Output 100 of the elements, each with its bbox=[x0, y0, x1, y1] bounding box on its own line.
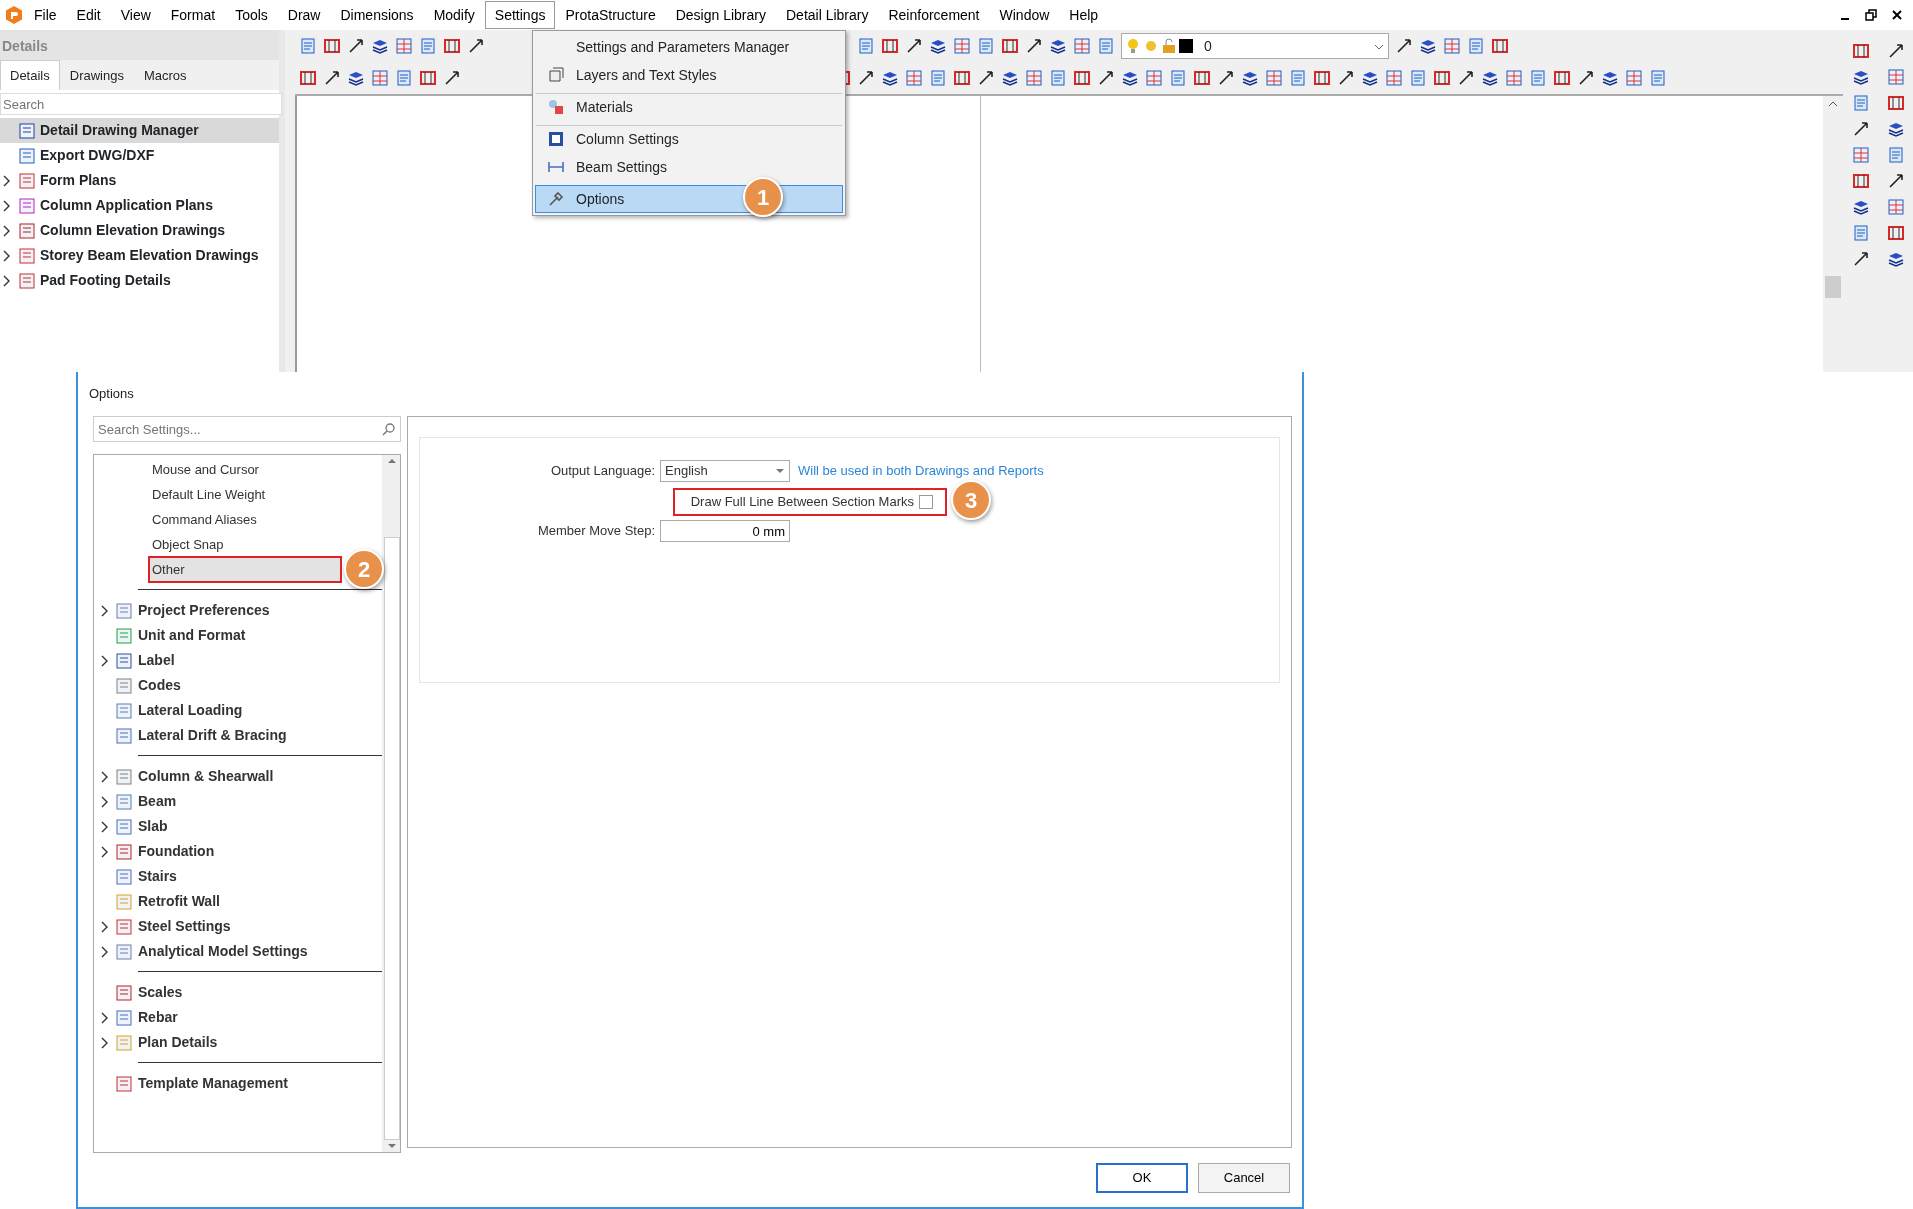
chevron-right-icon[interactable] bbox=[100, 1012, 110, 1025]
arrow-icon[interactable] bbox=[1025, 37, 1043, 55]
layers-icon[interactable] bbox=[1886, 120, 1905, 138]
tree-item[interactable]: Column Application Plans bbox=[0, 193, 279, 218]
tree-item[interactable]: Foundation bbox=[94, 839, 225, 864]
arrow-icon[interactable] bbox=[467, 37, 485, 55]
panel-tab[interactable]: Macros bbox=[133, 59, 197, 90]
chevron-right-icon[interactable] bbox=[100, 1037, 110, 1050]
layers-icon[interactable] bbox=[881, 69, 899, 87]
arrow-icon[interactable] bbox=[323, 69, 341, 87]
dialog-button[interactable]: Cancel bbox=[1198, 1163, 1290, 1193]
dialog-button[interactable]: OK bbox=[1096, 1163, 1188, 1193]
grid-icon[interactable] bbox=[1851, 146, 1870, 164]
input-field[interactable]: 0 mm bbox=[660, 520, 790, 542]
layers-icon[interactable] bbox=[1851, 198, 1870, 216]
chevron-right-icon[interactable] bbox=[2, 175, 12, 188]
grid-icon[interactable] bbox=[1886, 198, 1905, 216]
arrow-icon[interactable] bbox=[1457, 69, 1475, 87]
frame-icon[interactable] bbox=[323, 37, 341, 55]
tree-item[interactable]: Column Elevation Drawings bbox=[0, 218, 279, 243]
chevron-right-icon[interactable] bbox=[100, 605, 110, 618]
tree-item[interactable]: Retrofit Wall bbox=[94, 889, 230, 914]
tree-item[interactable]: Mouse and Cursor bbox=[94, 457, 269, 482]
tree-item[interactable]: Lateral Drift & Bracing bbox=[94, 723, 297, 748]
frame-icon[interactable] bbox=[1073, 69, 1091, 87]
close-icon[interactable] bbox=[1891, 9, 1903, 21]
layers-icon[interactable] bbox=[1601, 69, 1619, 87]
tree-item[interactable]: Object Snap bbox=[94, 532, 234, 557]
grid-icon[interactable] bbox=[1073, 37, 1091, 55]
tree-item[interactable]: Template Management bbox=[94, 1071, 298, 1096]
checkbox-row[interactable]: Draw Full Line Between Section Marks bbox=[672, 488, 947, 516]
menu-item[interactable]: Materials bbox=[535, 93, 843, 121]
menu-item[interactable]: Window bbox=[989, 1, 1060, 29]
menu-item[interactable]: Format bbox=[160, 1, 226, 29]
grid-icon[interactable] bbox=[1025, 69, 1043, 87]
arrow-icon[interactable] bbox=[1337, 69, 1355, 87]
grid-icon[interactable] bbox=[1505, 69, 1523, 87]
layers-icon[interactable] bbox=[1241, 69, 1259, 87]
frame-icon[interactable] bbox=[1313, 69, 1331, 87]
frame-icon[interactable] bbox=[953, 69, 971, 87]
layers-icon[interactable] bbox=[1886, 250, 1905, 268]
layers-icon[interactable] bbox=[1481, 69, 1499, 87]
tree-item[interactable]: Beam bbox=[94, 789, 187, 814]
frame-icon[interactable] bbox=[1001, 37, 1019, 55]
search-field[interactable]: Search bbox=[0, 93, 282, 115]
frame-icon[interactable] bbox=[1851, 172, 1870, 190]
tree-item[interactable]: Plan Details bbox=[94, 1030, 228, 1055]
arrow-icon[interactable] bbox=[1217, 69, 1235, 87]
tree-item[interactable]: Storey Beam Elevation Drawings bbox=[0, 243, 279, 268]
tree-item[interactable]: Form Plans bbox=[0, 168, 279, 193]
app-logo-icon[interactable] bbox=[4, 5, 24, 25]
menu-item[interactable]: Draw bbox=[277, 1, 331, 29]
menu-item[interactable]: Reinforcement bbox=[878, 1, 990, 29]
frame-icon[interactable] bbox=[1553, 69, 1571, 87]
chevron-right-icon[interactable] bbox=[100, 655, 110, 668]
layers-icon[interactable] bbox=[371, 37, 389, 55]
menu-item[interactable]: File bbox=[24, 1, 67, 29]
arrow-icon[interactable] bbox=[347, 37, 365, 55]
menu-item[interactable]: Modify bbox=[423, 1, 485, 29]
tree-item[interactable]: Steel Settings bbox=[94, 914, 241, 939]
layers-icon[interactable] bbox=[1419, 37, 1437, 55]
layer-combo[interactable]: 0 bbox=[1121, 33, 1389, 59]
chevron-right-icon[interactable] bbox=[100, 846, 110, 859]
restore-icon[interactable] bbox=[1865, 9, 1877, 21]
tree-item[interactable]: Project Preferences bbox=[94, 598, 280, 623]
menu-item[interactable]: Column Settings bbox=[535, 125, 843, 153]
tree-item[interactable]: Other bbox=[94, 557, 340, 582]
menu-item[interactable]: Settings bbox=[484, 1, 556, 29]
scroll-thumb[interactable] bbox=[1825, 276, 1841, 298]
arrow-icon[interactable] bbox=[1577, 69, 1595, 87]
chevron-right-icon[interactable] bbox=[100, 946, 110, 959]
frame-icon[interactable] bbox=[1433, 69, 1451, 87]
frame-icon[interactable] bbox=[443, 37, 461, 55]
chevron-right-icon[interactable] bbox=[100, 771, 110, 784]
layers-icon[interactable] bbox=[347, 69, 365, 87]
tree-item[interactable]: Unit and Format bbox=[94, 623, 256, 648]
layers-icon[interactable] bbox=[1001, 69, 1019, 87]
frame-icon[interactable] bbox=[1851, 42, 1870, 60]
tree-item[interactable]: Pad Footing Details bbox=[0, 268, 279, 293]
menu-item[interactable]: Design Library bbox=[665, 1, 776, 29]
grid-icon[interactable] bbox=[371, 69, 389, 87]
tree-item[interactable]: Scales bbox=[94, 980, 193, 1005]
grid-icon[interactable] bbox=[905, 69, 923, 87]
tree-item[interactable]: Command Aliases bbox=[94, 507, 267, 532]
arrow-icon[interactable] bbox=[1097, 69, 1115, 87]
menu-item[interactable]: Tools bbox=[225, 1, 278, 29]
tree-item[interactable]: Codes bbox=[94, 673, 191, 698]
menu-item[interactable]: Layers and Text Styles bbox=[535, 61, 843, 89]
layers-icon[interactable] bbox=[1049, 37, 1067, 55]
grid-icon[interactable] bbox=[1265, 69, 1283, 87]
frame-icon[interactable] bbox=[1886, 94, 1905, 112]
tree-item[interactable]: Analytical Model Settings bbox=[94, 939, 318, 964]
menu-item[interactable]: View bbox=[110, 1, 161, 29]
arrow-icon[interactable] bbox=[857, 69, 875, 87]
menu-item[interactable]: Help bbox=[1059, 1, 1109, 29]
chevron-right-icon[interactable] bbox=[2, 250, 12, 263]
grid-icon[interactable] bbox=[395, 37, 413, 55]
menu-item[interactable]: Dimensions bbox=[330, 1, 424, 29]
panel-tab[interactable]: Details bbox=[0, 59, 60, 90]
grid-icon[interactable] bbox=[953, 37, 971, 55]
